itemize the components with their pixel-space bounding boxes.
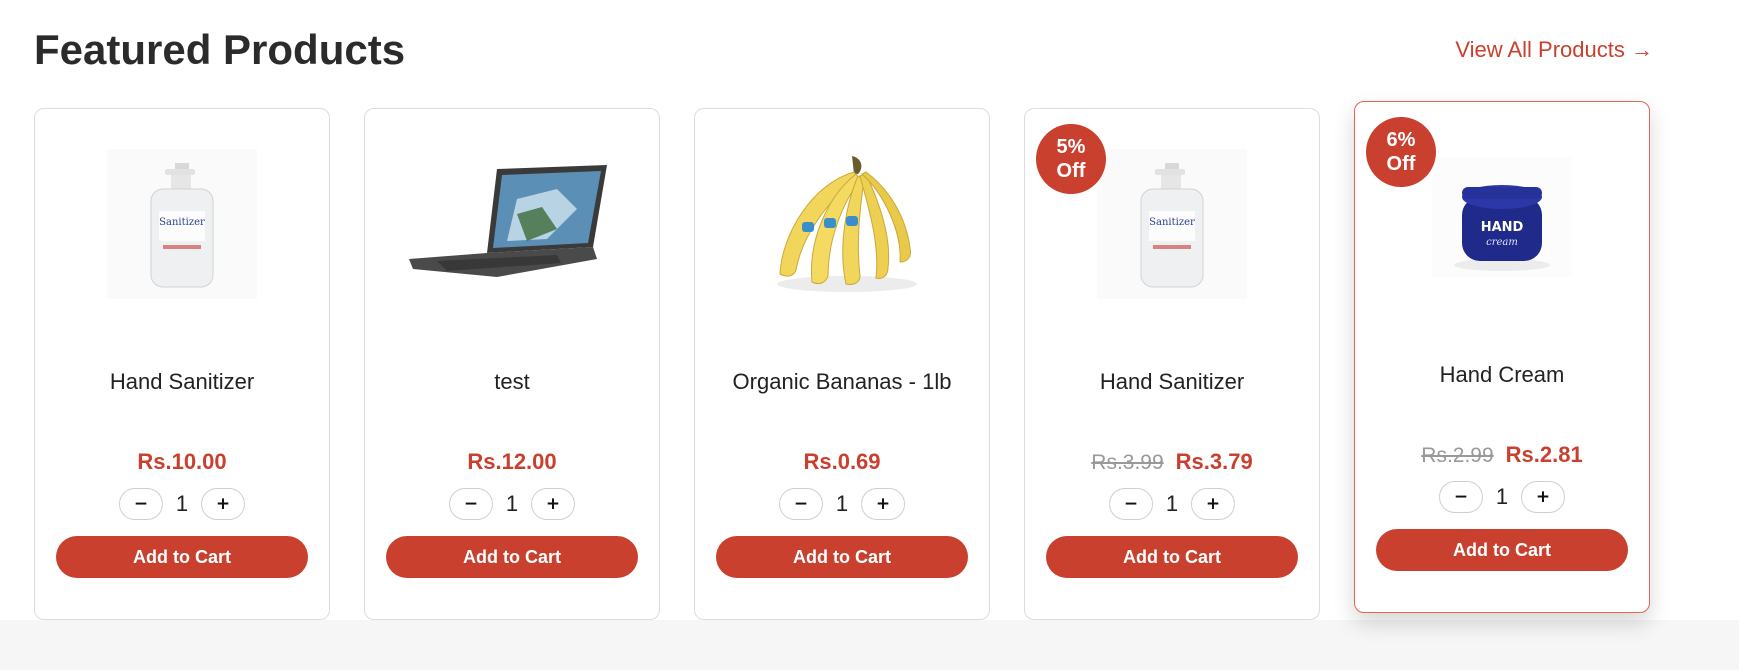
product-price: Rs.10.00 bbox=[137, 449, 227, 474]
svg-text:Sanitizer: Sanitizer bbox=[1149, 217, 1195, 228]
product-card[interactable]: 5% Off Sanitizer Hand Sanitizer Rs.3.99 … bbox=[1024, 108, 1320, 620]
quantity-increase-button[interactable]: + bbox=[861, 488, 905, 520]
page-footer-band bbox=[0, 620, 1739, 670]
section-title: Featured Products bbox=[34, 26, 406, 73]
add-to-cart-button[interactable]: Add to Cart bbox=[716, 536, 968, 578]
quantity-increase-button[interactable]: + bbox=[531, 488, 575, 520]
product-name[interactable]: test bbox=[494, 369, 529, 409]
product-price: Rs.3.79 bbox=[1175, 449, 1253, 474]
svg-text:Sanitizer: Sanitizer bbox=[159, 217, 205, 228]
quantity-decrease-button[interactable]: − bbox=[779, 488, 823, 520]
discount-percent: 6% bbox=[1386, 129, 1416, 151]
product-image[interactable] bbox=[732, 139, 952, 309]
hand-sanitizer-image: Sanitizer bbox=[107, 149, 257, 299]
quantity-value: 1 bbox=[175, 491, 189, 516]
discount-badge: 5% Off bbox=[1036, 124, 1106, 194]
product-price: Rs.2.81 bbox=[1505, 442, 1583, 467]
quantity-stepper: − 1 + bbox=[119, 488, 245, 520]
quantity-stepper: − 1 + bbox=[779, 488, 905, 520]
quantity-value: 1 bbox=[1165, 491, 1179, 516]
bananas-image bbox=[777, 156, 917, 292]
discount-off-label: Off bbox=[1056, 160, 1086, 182]
svg-text:HAND: HAND bbox=[1481, 220, 1524, 235]
discount-off-label: Off bbox=[1386, 153, 1416, 175]
add-to-cart-button[interactable]: Add to Cart bbox=[1376, 529, 1628, 571]
original-price: Rs.2.99 bbox=[1421, 444, 1494, 467]
quantity-decrease-button[interactable]: − bbox=[119, 488, 163, 520]
product-name[interactable]: Organic Bananas - 1lb bbox=[733, 369, 952, 409]
section-header: Featured Products View All Products → bbox=[34, 22, 1653, 78]
add-to-cart-button[interactable]: Add to Cart bbox=[56, 536, 308, 578]
product-name[interactable]: Hand Sanitizer bbox=[110, 369, 254, 409]
laptop-image bbox=[409, 165, 607, 277]
product-grid: Sanitizer Hand Sanitizer Rs.10.00 − 1 + … bbox=[34, 101, 1650, 620]
price-row: Rs.12.00 bbox=[467, 449, 556, 479]
hand-cream-image: HAND cream bbox=[1432, 157, 1572, 277]
add-to-cart-button[interactable]: Add to Cart bbox=[1046, 536, 1298, 578]
original-price: Rs.3.99 bbox=[1091, 451, 1164, 474]
quantity-value: 1 bbox=[835, 491, 849, 516]
price-row: Rs.10.00 bbox=[137, 449, 226, 479]
quantity-stepper: − 1 + bbox=[449, 488, 575, 520]
hand-sanitizer-image: Sanitizer bbox=[1097, 149, 1247, 299]
discount-badge: 6% Off bbox=[1366, 117, 1436, 187]
price-row: Rs.2.99 Rs.2.81 bbox=[1421, 442, 1582, 472]
svg-text:cream: cream bbox=[1486, 237, 1518, 248]
product-card[interactable]: 6% Off HAND cream Hand Cream Rs.2.99 Rs.… bbox=[1354, 101, 1650, 613]
quantity-value: 1 bbox=[505, 491, 519, 516]
product-price: Rs.0.69 bbox=[803, 449, 881, 474]
product-card[interactable]: test Rs.12.00 − 1 + Add to Cart bbox=[364, 108, 660, 620]
quantity-value: 1 bbox=[1495, 484, 1509, 509]
quantity-increase-button[interactable]: + bbox=[201, 488, 245, 520]
product-price: Rs.12.00 bbox=[467, 449, 557, 474]
product-card[interactable]: Sanitizer Hand Sanitizer Rs.10.00 − 1 + … bbox=[34, 108, 330, 620]
quantity-stepper: − 1 + bbox=[1109, 488, 1235, 520]
quantity-decrease-button[interactable]: − bbox=[1439, 481, 1483, 513]
quantity-stepper: − 1 + bbox=[1439, 481, 1565, 513]
quantity-decrease-button[interactable]: − bbox=[449, 488, 493, 520]
price-row: Rs.0.69 bbox=[803, 449, 880, 479]
product-image[interactable]: Sanitizer bbox=[72, 139, 292, 309]
product-card[interactable]: Organic Bananas - 1lb Rs.0.69 − 1 + Add … bbox=[694, 108, 990, 620]
quantity-decrease-button[interactable]: − bbox=[1109, 488, 1153, 520]
product-image[interactable] bbox=[402, 139, 622, 309]
price-row: Rs.3.99 Rs.3.79 bbox=[1091, 449, 1252, 479]
product-name[interactable]: Hand Cream bbox=[1440, 362, 1565, 402]
quantity-increase-button[interactable]: + bbox=[1521, 481, 1565, 513]
add-to-cart-button[interactable]: Add to Cart bbox=[386, 536, 638, 578]
view-all-products-link[interactable]: View All Products → bbox=[1455, 37, 1653, 63]
discount-percent: 5% bbox=[1056, 136, 1086, 158]
quantity-increase-button[interactable]: + bbox=[1191, 488, 1235, 520]
product-name[interactable]: Hand Sanitizer bbox=[1100, 369, 1244, 409]
